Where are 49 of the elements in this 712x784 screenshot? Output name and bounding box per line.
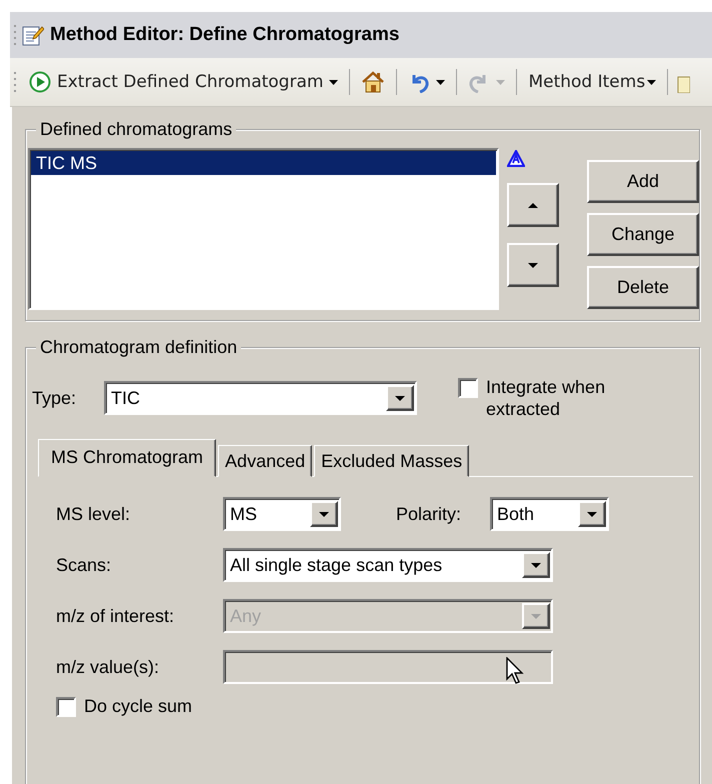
tab[interactable]: MS Chromatogram — [38, 439, 216, 477]
checkbox[interactable] — [458, 378, 478, 398]
chromatogram-list[interactable]: TIC MS — [28, 148, 499, 310]
field-label: m/z value(s): — [56, 656, 160, 676]
dropdown-arrow-button[interactable] — [386, 385, 414, 411]
window-title: Method Editor: Define Chromatograms — [50, 24, 400, 46]
move-up-button[interactable] — [507, 183, 559, 227]
dropdown-field[interactable]: TIC — [104, 381, 417, 415]
caret-icon — [531, 614, 541, 618]
list-item[interactable]: TIC MS — [31, 151, 496, 175]
action-button[interactable]: Change — [587, 213, 699, 256]
field-label: Polarity: — [396, 504, 462, 524]
field-label: MS level: — [56, 504, 130, 524]
mouse-pointer-icon — [506, 657, 526, 685]
dropdown-arrow-button[interactable] — [310, 501, 338, 527]
tab[interactable]: Advanced — [218, 445, 312, 477]
extract-button[interactable]: Extract Defined Chromatogram — [26, 69, 342, 95]
caret-icon — [496, 80, 506, 84]
menu-button[interactable]: Method Items — [525, 70, 660, 94]
grip-handle-icon — [14, 72, 16, 92]
warning-triangle-icon — [507, 150, 525, 167]
move-down-button[interactable] — [507, 243, 559, 287]
action-button[interactable]: Add — [587, 160, 699, 203]
dropdown-arrow-button[interactable] — [522, 552, 550, 578]
dropdown-arrow-button[interactable] — [578, 501, 606, 527]
tab[interactable]: Excluded Masses — [314, 445, 470, 477]
caret-icon — [531, 562, 541, 568]
caret-icon — [319, 512, 329, 516]
field-label: Type: — [32, 388, 76, 408]
dropdown-field[interactable]: MS — [223, 497, 341, 531]
action-button[interactable]: Delete — [587, 266, 699, 309]
dropdown-field[interactable]: Both — [490, 497, 609, 531]
checkbox-label: Integrate when extracted — [486, 376, 606, 420]
caret-icon — [395, 396, 405, 400]
field-label: Scans: — [56, 554, 112, 574]
field-label: m/z of interest: — [56, 606, 174, 626]
caret-icon — [587, 512, 597, 516]
up-arrow-icon — [528, 202, 538, 208]
caret-icon — [329, 80, 338, 84]
grip-handle-icon — [14, 25, 16, 45]
house-icon — [361, 70, 386, 94]
checkbox-label: Do cycle sum — [84, 695, 194, 717]
dropdown-field[interactable]: All single stage scan types — [223, 548, 553, 582]
caret-icon — [647, 80, 656, 84]
down-arrow-icon — [528, 262, 538, 268]
play-icon — [29, 71, 51, 93]
caret-icon — [436, 80, 446, 84]
checkbox[interactable] — [56, 697, 76, 717]
document-edit-icon — [22, 24, 44, 46]
